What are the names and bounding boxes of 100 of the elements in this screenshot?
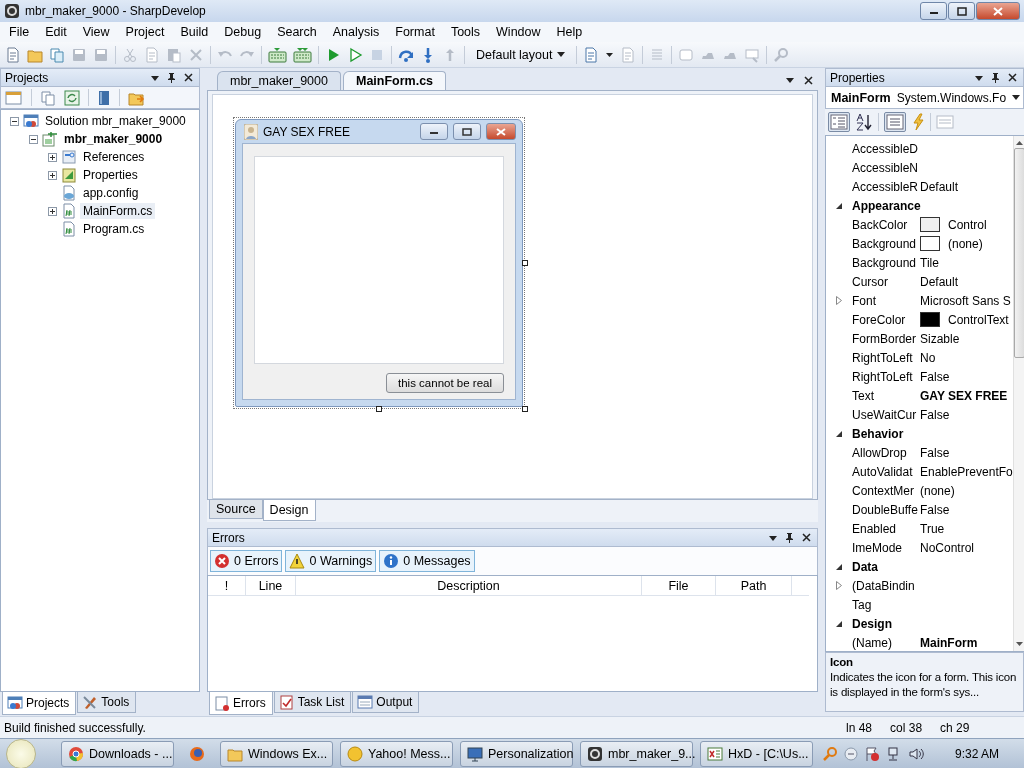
panel-tab[interactable]: Projects (2, 692, 77, 715)
pin-icon[interactable] (166, 71, 177, 84)
tree-item[interactable]: mbr_maker_9000 (61, 131, 166, 147)
close-icon[interactable] (801, 532, 812, 543)
taskbar-button[interactable]: Personalization (460, 740, 573, 767)
taskbar-button[interactable]: Yahoo! Mess... (340, 740, 453, 767)
collapse-icon[interactable] (10, 116, 19, 126)
menu-item[interactable]: Debug (216, 25, 270, 39)
lightning-icon[interactable] (911, 113, 925, 131)
menu-item[interactable]: Build (172, 25, 217, 39)
property-name: AccessibleR (852, 179, 920, 194)
layout-dropdown[interactable]: Default layout (471, 43, 571, 66)
menu-item[interactable]: Help (548, 25, 591, 39)
expand-icon[interactable] (48, 152, 57, 162)
speaker-icon[interactable] (908, 745, 924, 762)
collapse-arrow-icon[interactable] (835, 430, 843, 437)
restore-button[interactable] (948, 2, 975, 20)
tree-item[interactable]: Program.cs (80, 221, 148, 237)
book-icon[interactable] (97, 89, 111, 106)
properties-button[interactable] (884, 112, 906, 132)
close-icon[interactable] (803, 74, 814, 86)
panel-tab[interactable]: Output (352, 692, 420, 713)
tree-item[interactable]: Solution mbr_maker_9000 (42, 113, 189, 129)
property-name: ContextMer (852, 483, 916, 498)
column-header[interactable]: Line (246, 576, 296, 595)
status-message: Build finished successfully. (4, 720, 146, 735)
maximize-button[interactable] (453, 123, 481, 140)
categorized-button[interactable] (828, 112, 850, 132)
form-button[interactable]: this cannot be real (386, 373, 504, 393)
menu-item[interactable]: Project (117, 25, 173, 39)
new-file-icon[interactable] (5, 46, 21, 63)
view-tab[interactable]: Source (209, 500, 263, 519)
menu-item[interactable]: File (1, 25, 38, 39)
taskbar-button[interactable]: Windows Ex... (220, 740, 333, 767)
clock[interactable]: 9:32 AM (955, 746, 1000, 761)
menu-item[interactable]: Window (488, 25, 549, 39)
view-tab[interactable]: Design (262, 500, 316, 521)
tree-item[interactable]: app.config (80, 185, 142, 201)
panel-tab[interactable]: Task List (273, 692, 352, 713)
flag-icon[interactable] (864, 745, 880, 762)
menu-item[interactable]: Analysis (324, 25, 388, 39)
pin-icon[interactable] (990, 71, 1001, 84)
property-name: FormBorder (852, 331, 917, 346)
scrollbar[interactable] (1012, 136, 1024, 651)
property-value: (none) (920, 483, 955, 498)
sort-alphabetical-icon[interactable] (855, 113, 873, 131)
object-selector[interactable]: MainForm System.Windows.Fo (825, 87, 1024, 109)
circle-icon[interactable] (844, 746, 858, 761)
close-button[interactable] (976, 2, 1020, 20)
resize-handle[interactable] (376, 406, 382, 412)
taskbar-button[interactable]: mbr_maker_9... (580, 740, 693, 767)
document-tab[interactable]: mbr_maker_9000 (217, 71, 341, 90)
refresh-icon[interactable] (64, 89, 80, 106)
tree-item[interactable]: References (80, 149, 148, 165)
scroll-down-icon[interactable] (1014, 641, 1024, 647)
column-header[interactable]: Path (716, 576, 792, 595)
menu-item[interactable]: View (74, 25, 118, 39)
minimize-button[interactable] (420, 123, 448, 140)
expand-icon[interactable] (48, 206, 57, 216)
menu-item[interactable]: Edit (37, 25, 75, 39)
column-header[interactable]: ! (208, 576, 246, 595)
copy-pages-icon[interactable] (49, 46, 65, 63)
filter-button[interactable]: 0 Warnings (285, 550, 377, 572)
pin-icon[interactable] (784, 531, 795, 544)
resize-handle[interactable] (522, 260, 528, 266)
scroll-up-icon[interactable] (1014, 140, 1024, 146)
tree-item[interactable]: Properties (80, 167, 141, 183)
search-icon[interactable] (822, 745, 838, 762)
taskbar-button[interactable]: HxD - [C:\Us... (700, 740, 813, 767)
column-header[interactable]: Description (296, 576, 642, 595)
resize-handle[interactable] (522, 406, 528, 412)
collapse-arrow-icon[interactable] (835, 563, 843, 570)
expand-arrow-icon[interactable] (836, 581, 842, 590)
menu-item[interactable]: Search (269, 25, 325, 39)
copy-pages-icon[interactable] (40, 89, 56, 106)
filter-button[interactable]: 0 Messages (379, 550, 475, 572)
expand-icon[interactable] (48, 170, 57, 180)
tree-item[interactable]: MainForm.cs (80, 203, 156, 219)
document-tab[interactable]: MainForm.cs (342, 71, 447, 90)
menu-item[interactable]: Tools (442, 25, 489, 39)
column-header[interactable]: File (642, 576, 716, 595)
start-button[interactable] (6, 738, 36, 768)
property-value: (none) (948, 236, 983, 251)
close-icon[interactable] (183, 72, 194, 83)
collapse-arrow-icon[interactable] (835, 202, 843, 209)
taskbar-button[interactable]: Downloads - ... (61, 740, 174, 767)
panel-title: Properties (830, 70, 885, 85)
collapse-icon[interactable] (29, 134, 38, 144)
close-button[interactable] (486, 123, 516, 140)
panel-tab[interactable]: Tools (77, 692, 137, 713)
panel-tab[interactable]: Errors (209, 692, 273, 715)
filter-button[interactable]: 0 Errors (210, 550, 283, 572)
menu-item[interactable]: Format (387, 25, 443, 39)
close-icon[interactable] (1007, 72, 1018, 83)
play-outline-icon[interactable] (347, 46, 363, 63)
expand-arrow-icon[interactable] (836, 296, 842, 305)
collapse-arrow-icon[interactable] (835, 620, 843, 627)
document-icon[interactable] (583, 46, 600, 63)
caret-icon (1012, 95, 1021, 100)
minimize-button[interactable] (920, 2, 947, 20)
